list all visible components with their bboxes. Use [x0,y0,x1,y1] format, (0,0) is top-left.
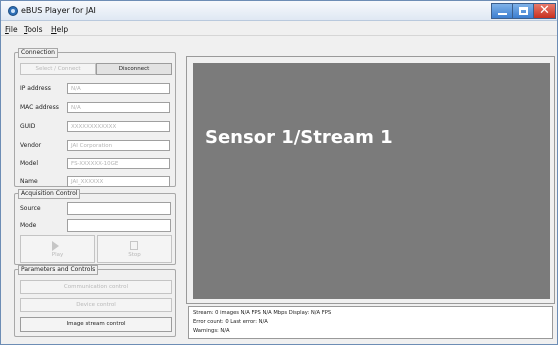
vendor-field: JAI Corporation [67,140,170,151]
status-panel: Stream: 0 images N/A FPS N/A Mbps Displa… [188,306,553,339]
vendor-label: Vendor [20,142,42,149]
app-icon [8,6,18,16]
ip-address-field: N/A [67,83,170,94]
acquisition-title: Acquisition Control [18,189,81,199]
disconnect-button[interactable]: Disconnect [96,63,172,75]
source-label: Source [20,205,41,212]
acquisition-group: Acquisition Control Source Mode Play Sto… [14,189,176,265]
menu-bar: File Tools Help [1,22,557,36]
connection-title: Connection [18,48,58,58]
parameters-title: Parameters and Controls [18,265,99,275]
image-stream-control-button[interactable]: Image stream control [20,317,172,332]
minimize-button[interactable] [491,3,513,19]
communication-control-button[interactable]: Communication control [20,280,172,294]
display-frame: Sensor 1/Stream 1 [186,56,555,304]
status-error-line: Error count: 0 Last error: N/A [193,319,268,325]
guid-field: XXXXXXXXXXXX [67,121,170,132]
play-label: Play [51,252,64,258]
menu-file[interactable]: File [5,25,18,34]
mac-address-field: N/A [67,102,170,113]
source-select[interactable] [67,202,171,215]
stop-icon [130,241,138,250]
name-field: JAI_XXXXXX [67,176,170,187]
play-button[interactable]: Play [20,235,95,263]
ip-address-label: IP address [20,85,51,92]
main-window: eBUS Player for JAI ✕ File Tools Help Co… [0,0,558,345]
maximize-button[interactable] [512,3,534,19]
select-connect-button[interactable]: Select / Connect [20,63,96,75]
menu-tools[interactable]: Tools [24,25,42,34]
connection-group: Connection Select / Connect Disconnect I… [14,48,176,187]
model-field: FS-XXXXXX-10GE [67,158,170,169]
parameters-group: Parameters and Controls Communication co… [14,265,176,337]
stream-label: Sensor 1/Stream 1 [205,127,393,148]
mode-label: Mode [20,222,37,229]
play-icon [52,241,59,251]
close-icon: ✕ [539,3,550,18]
minimize-icon [498,13,507,15]
stop-label: Stop [128,252,141,258]
guid-label: GUID [20,123,36,130]
window-title: eBUS Player for JAI [21,6,96,15]
menu-help[interactable]: Help [51,25,68,34]
model-label: Model [20,160,39,167]
name-label: Name [20,178,38,185]
mac-address-label: MAC address [20,104,59,111]
close-button[interactable]: ✕ [533,3,556,19]
device-control-button[interactable]: Device control [20,298,172,312]
stop-button[interactable]: Stop [97,235,172,263]
title-bar: eBUS Player for JAI ✕ [1,1,557,21]
status-stream-line: Stream: 0 images N/A FPS N/A Mbps Displa… [193,310,332,316]
maximize-icon [519,7,528,15]
status-warning-line: Warnings: N/A [193,328,230,334]
mode-select[interactable] [67,219,171,232]
image-display[interactable]: Sensor 1/Stream 1 [193,63,550,299]
